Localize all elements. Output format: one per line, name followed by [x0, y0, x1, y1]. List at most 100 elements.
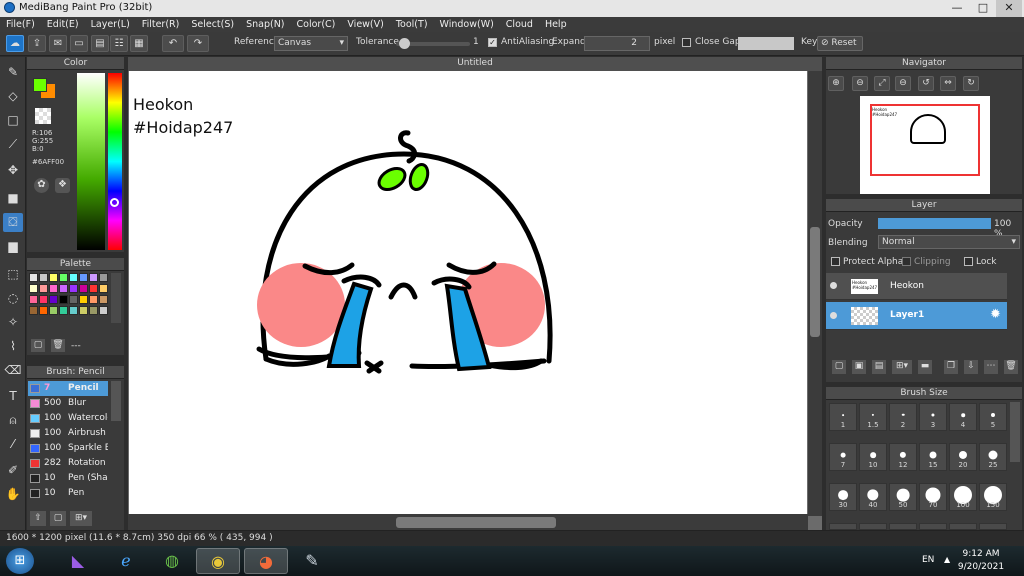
upload-brush-icon[interactable]: ⇧ — [30, 511, 46, 526]
horizontal-scroll-thumb[interactable] — [396, 517, 556, 528]
list-icon[interactable]: ☷ — [110, 35, 128, 52]
layer-row-layer1[interactable]: Layer1 ✹ — [826, 302, 1007, 330]
bucket-tool-icon[interactable]: ⛋ — [3, 213, 23, 232]
palette-swatch[interactable] — [49, 306, 58, 315]
opacity-slider[interactable] — [878, 218, 991, 229]
brush-size-cell[interactable]: 50 — [889, 483, 917, 511]
palette-swatch[interactable] — [49, 273, 58, 282]
brush-size-cell[interactable]: 10 — [859, 443, 887, 471]
slider-handle[interactable] — [399, 38, 411, 49]
palette-swatch[interactable] — [89, 295, 98, 304]
rotate-right-icon[interactable]: ↻ — [963, 76, 979, 91]
brush-size-cell[interactable]: 20 — [949, 443, 977, 471]
fit-icon[interactable]: ⤢ — [874, 76, 890, 91]
close-window-button[interactable]: ✕ — [996, 0, 1022, 17]
palette-swatch[interactable] — [99, 273, 108, 282]
eyedropper-icon[interactable]: ⁄ — [3, 435, 23, 454]
menu-cloud[interactable]: Cloud — [500, 19, 539, 30]
blending-select[interactable]: Normal ▾ — [878, 235, 1020, 249]
brush-item[interactable]: 10 Pen (Shar — [28, 471, 108, 486]
canvas[interactable]: Heokon #Hoidap247 — [129, 71, 807, 514]
brush-item[interactable]: 500 Blur — [28, 396, 108, 411]
brush-size-cell[interactable]: 40 — [859, 483, 887, 511]
document-icon[interactable]: ▤ — [91, 35, 109, 52]
primary-color-swatch[interactable] — [33, 78, 47, 92]
paint-icon[interactable]: ✎ — [290, 548, 334, 574]
visibility-eye-icon[interactable] — [830, 312, 837, 319]
menu-tool[interactable]: Tool(T) — [390, 19, 434, 30]
hue-slider[interactable] — [108, 73, 122, 250]
palette-swatch[interactable] — [29, 284, 38, 293]
grid-icon[interactable]: ▦ — [130, 35, 148, 52]
palette-swatch[interactable] — [59, 284, 68, 293]
palette-swatch[interactable] — [59, 273, 68, 282]
pen-tool-icon[interactable]: ✐ — [3, 461, 23, 480]
delete-palette-icon[interactable]: 🗑 — [51, 339, 65, 352]
tray-arrow-icon[interactable]: ▲ — [944, 555, 950, 564]
lasso-tool-icon[interactable]: ◌ — [3, 289, 23, 308]
clipping-checkbox[interactable] — [902, 257, 911, 266]
palette-swatch[interactable] — [59, 306, 68, 315]
brush-size-cell[interactable]: 7 — [829, 443, 857, 471]
menu-file[interactable]: File(F) — [0, 19, 41, 30]
delete-layer-icon[interactable]: 🗑 — [1004, 360, 1018, 374]
brush-size-cell[interactable]: 100 — [949, 483, 977, 511]
brush-size-cell[interactable]: 2 — [889, 403, 917, 431]
palette-swatch[interactable] — [99, 295, 108, 304]
brush-item[interactable]: 100 Airbrush — [28, 426, 108, 441]
brush-size-cell[interactable]: 1 — [829, 403, 857, 431]
actual-size-icon[interactable]: ⊖ — [895, 76, 911, 91]
hand-tool-icon[interactable]: ✋ — [3, 485, 23, 504]
magic-wand-icon[interactable]: ✧ — [3, 313, 23, 332]
brush-size-cell[interactable] — [829, 523, 857, 530]
palette-swatch[interactable] — [69, 273, 78, 282]
new-layer-icon[interactable]: ▢ — [832, 360, 846, 374]
brush-size-cell[interactable]: 150 — [979, 483, 1007, 511]
palette-swatch[interactable] — [39, 295, 48, 304]
brush-item[interactable]: 282 Rotation S — [28, 456, 108, 471]
select-pen-icon[interactable]: ⌇ — [3, 337, 23, 356]
brush-size-cell[interactable]: 15 — [919, 443, 947, 471]
palette-swatch[interactable] — [29, 273, 38, 282]
shape-tool-icon[interactable]: □ — [3, 111, 23, 130]
redo-button[interactable]: ↷ — [187, 35, 209, 52]
brush-size-cell[interactable]: 1.5 — [859, 403, 887, 431]
menu-snap[interactable]: Snap(N) — [240, 19, 290, 30]
palette-swatch[interactable] — [99, 306, 108, 315]
brush-scrollbar[interactable] — [111, 381, 121, 421]
hue-handle[interactable] — [110, 198, 119, 207]
brush-size-cell[interactable]: 30 — [829, 483, 857, 511]
clock[interactable]: 9:12 AM 9/20/2021 — [956, 548, 1006, 574]
palette-swatch[interactable] — [89, 284, 98, 293]
add-layer-menu-icon[interactable]: ⊞▾ — [892, 360, 912, 374]
dot-tool-icon[interactable]: ⟋ — [3, 135, 23, 154]
color-wheel-icon[interactable]: ✿ — [34, 178, 49, 193]
expand-input[interactable]: 2 — [584, 36, 650, 51]
gear-icon[interactable]: ✹ — [990, 307, 1001, 322]
start-button-icon[interactable]: ⊞ — [6, 548, 34, 574]
medibang-icon[interactable]: ◕ — [244, 548, 288, 574]
palette-swatch[interactable] — [49, 295, 58, 304]
reset-button[interactable]: ⊘ Reset — [817, 36, 863, 51]
add-brush-menu-icon[interactable]: ⊞▾ — [70, 511, 92, 526]
new-1bit-layer-icon[interactable]: ▤ — [872, 360, 886, 374]
brush-tool-icon[interactable]: ✎ — [3, 63, 23, 82]
brush-size-cell[interactable] — [919, 523, 947, 530]
brush-item[interactable]: 10 Pen — [28, 486, 108, 501]
palette-swatch[interactable] — [89, 306, 98, 315]
layer-options-icon[interactable]: ⋯ — [984, 360, 998, 374]
comment-icon[interactable]: ✉ — [49, 35, 67, 52]
chat-icon[interactable]: ▭ — [70, 35, 88, 52]
palette-swatch[interactable] — [39, 284, 48, 293]
brush-item[interactable]: 100 Watercolor — [28, 411, 108, 426]
visual-studio-icon[interactable]: ◣ — [56, 548, 100, 574]
select-eraser-icon[interactable]: ⌫ — [3, 361, 23, 380]
palette-swatch[interactable] — [79, 306, 88, 315]
brush-item[interactable]: 100 Sparkle Br — [28, 441, 108, 456]
palette-swatch[interactable] — [99, 284, 108, 293]
tolerance-slider[interactable] — [396, 38, 470, 49]
duplicate-layer-icon[interactable]: ❐ — [944, 360, 958, 374]
zoom-out-icon[interactable]: ⊖ — [852, 76, 868, 91]
new-brush-icon[interactable]: ▢ — [50, 511, 66, 526]
brush-size-cell[interactable]: 5 — [979, 403, 1007, 431]
